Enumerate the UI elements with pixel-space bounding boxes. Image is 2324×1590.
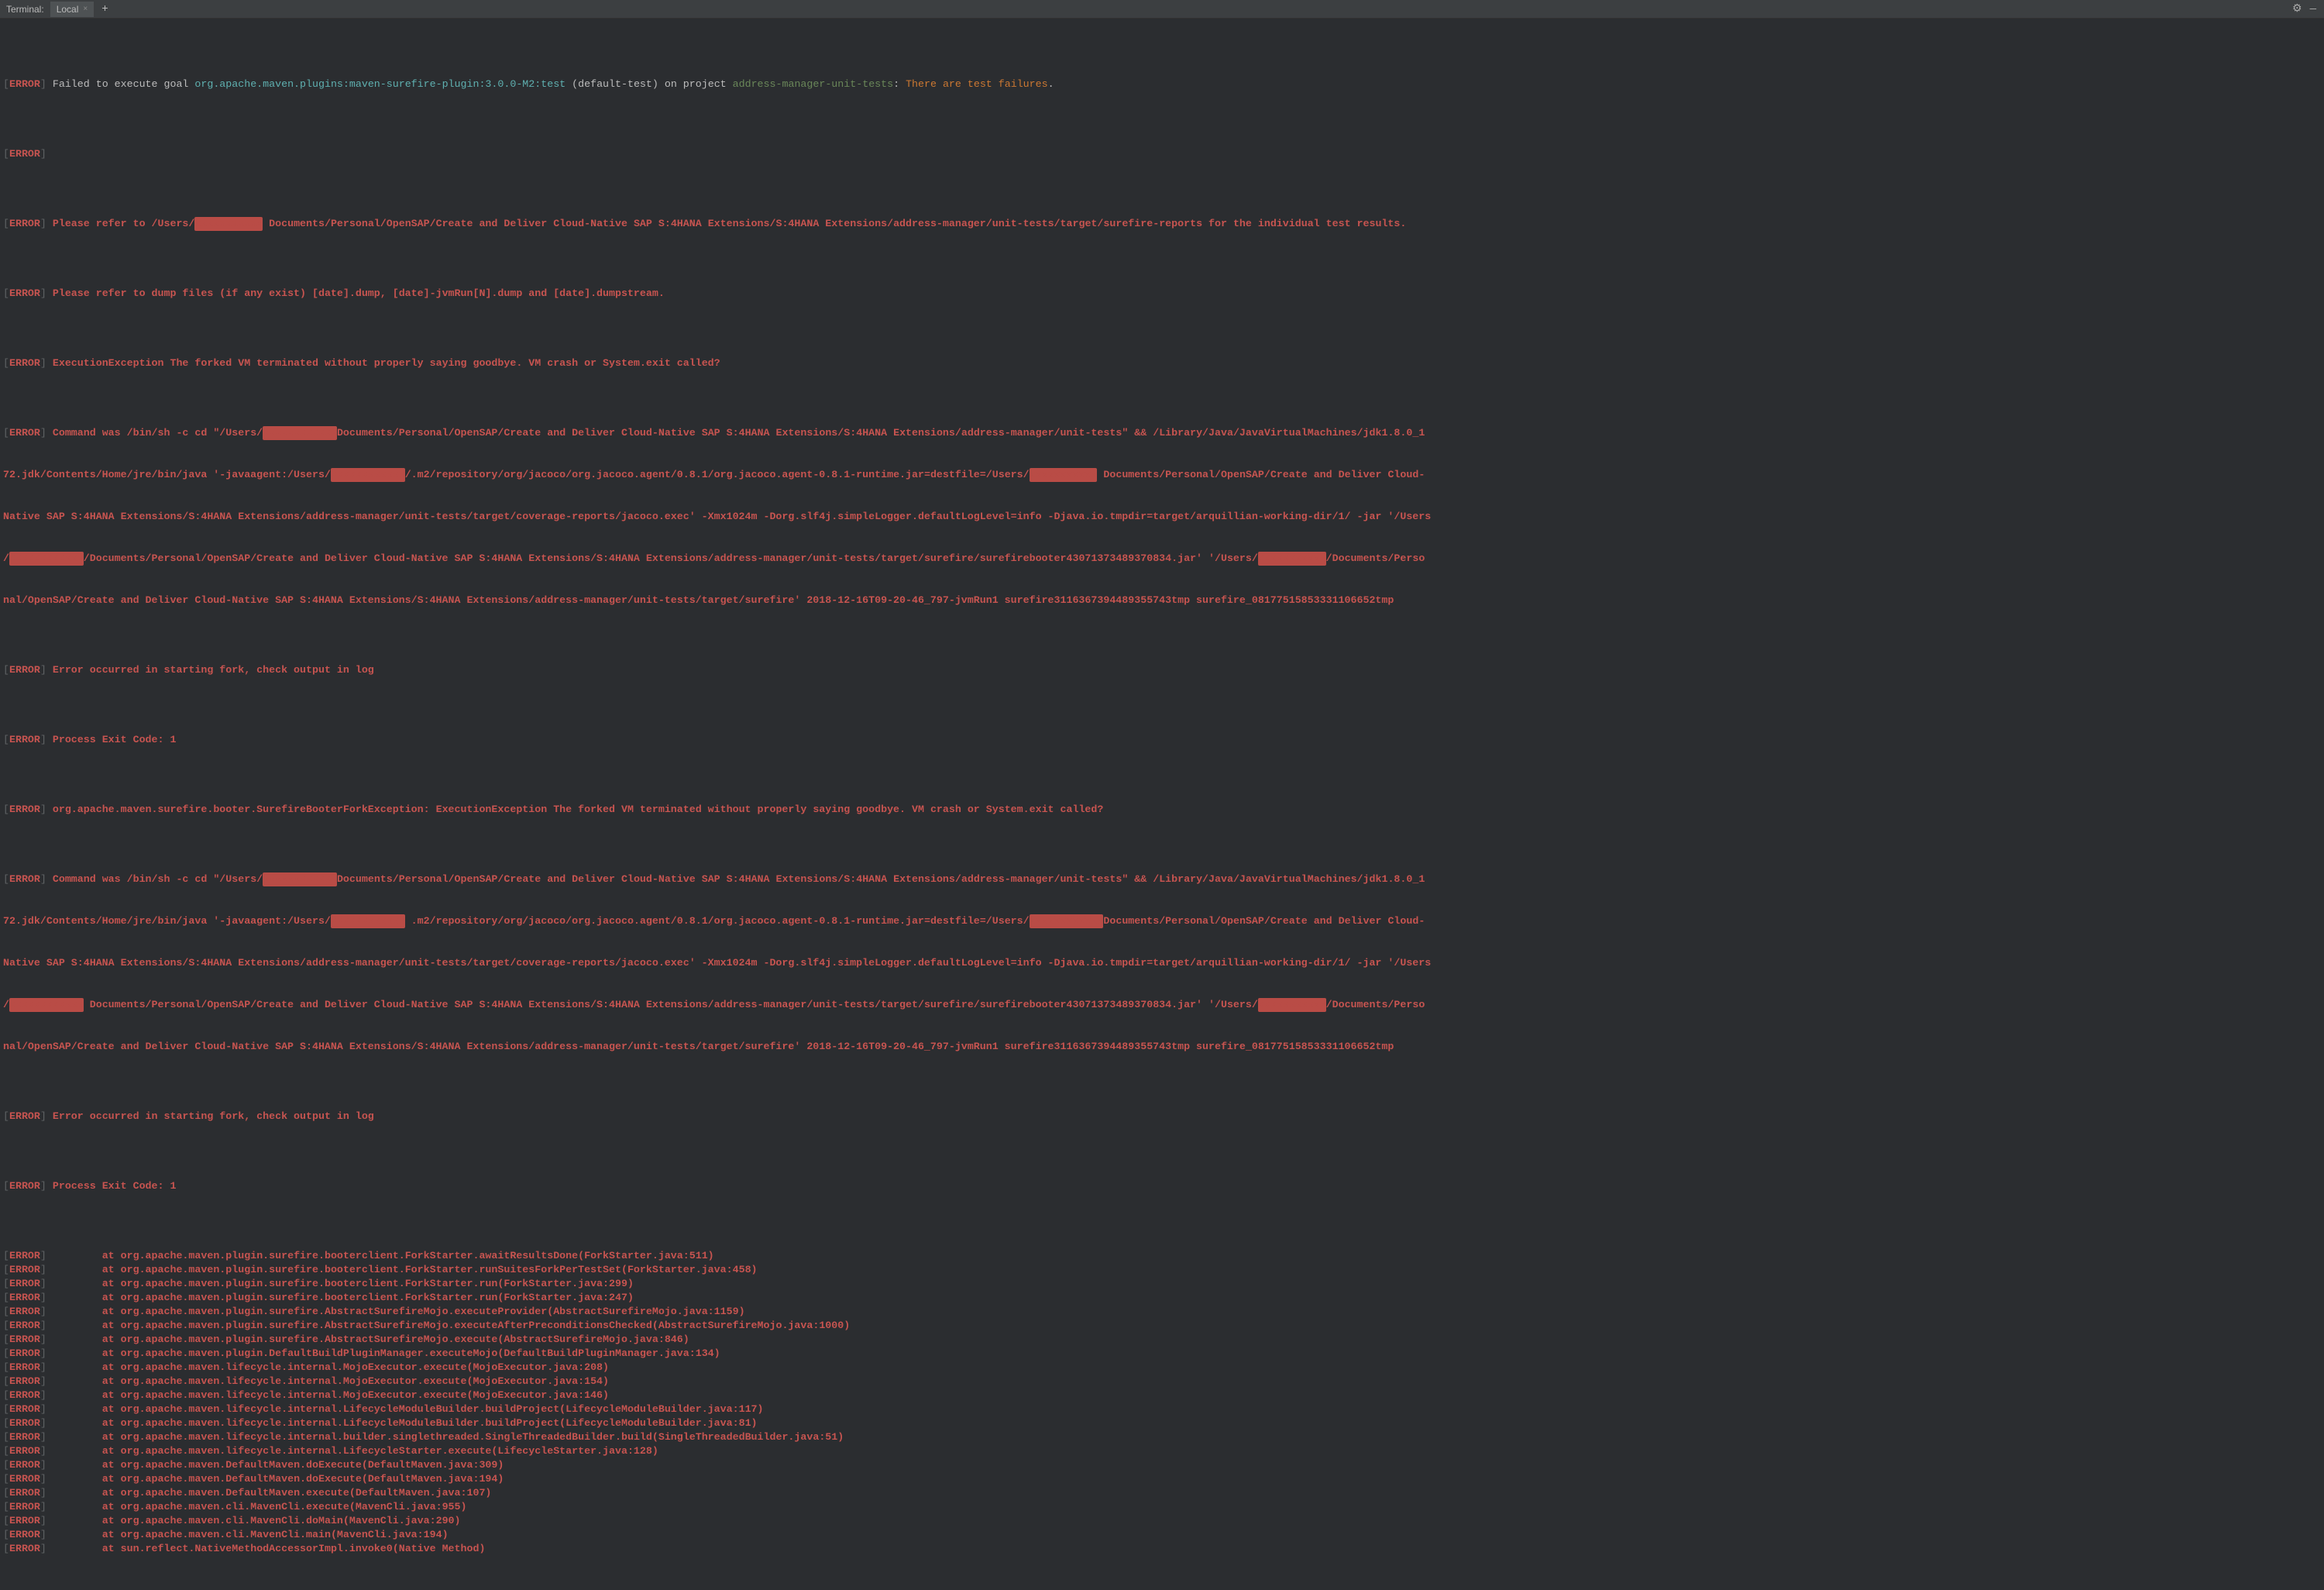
stack-trace: [ERROR] at org.apache.maven.plugin.suref… <box>3 1249 2321 1556</box>
redacted-text: xxxxxxxxxxxx <box>331 468 405 482</box>
log-line: [ERROR] at org.apache.maven.cli.MavenCli… <box>3 1500 2321 1514</box>
log-line: [ERROR] at org.apache.maven.plugin.Defau… <box>3 1347 2321 1361</box>
stack-frame: at org.apache.maven.plugin.surefire.Abst… <box>102 1320 851 1331</box>
stack-frame: at org.apache.maven.lifecycle.internal.b… <box>102 1431 844 1443</box>
terminal-title: Terminal: <box>3 4 50 15</box>
tabbar-right: ⚙ — <box>2292 2 2321 15</box>
log-line: [ERROR] at org.apache.maven.lifecycle.in… <box>3 1402 2321 1416</box>
log-line: [ERROR] at org.apache.maven.plugin.suref… <box>3 1277 2321 1291</box>
stack-frame: at org.apache.maven.plugin.surefire.boot… <box>102 1264 758 1275</box>
redacted-text: xxxxxxxxxxx <box>1030 468 1098 482</box>
log-line: [ERROR] Please refer to dump files (if a… <box>3 287 2321 301</box>
log-line: [ERROR] at org.apache.maven.plugin.suref… <box>3 1291 2321 1305</box>
stack-frame: at org.apache.maven.DefaultMaven.doExecu… <box>102 1459 504 1471</box>
log-line: [ERROR] at org.apache.maven.lifecycle.in… <box>3 1416 2321 1430</box>
log-line: [ERROR] at org.apache.maven.plugin.suref… <box>3 1305 2321 1319</box>
log-line: [ERROR] at org.apache.maven.lifecycle.in… <box>3 1430 2321 1444</box>
stack-frame: at org.apache.maven.plugin.surefire.boot… <box>102 1250 714 1261</box>
stack-frame: at org.apache.maven.plugin.surefire.Abst… <box>102 1334 689 1345</box>
log-line: [ERROR] at org.apache.maven.lifecycle.in… <box>3 1444 2321 1458</box>
stack-frame: at org.apache.maven.lifecycle.internal.M… <box>102 1375 609 1387</box>
log-line: /xxxxxxxxxxxx/Documents/Personal/OpenSAP… <box>3 552 2321 566</box>
log-line: [ERROR] at org.apache.maven.DefaultMaven… <box>3 1458 2321 1472</box>
log-line: [ERROR] <box>3 147 2321 161</box>
log-line: [ERROR] Command was /bin/sh -c cd "/User… <box>3 872 2321 886</box>
stack-frame: at sun.reflect.NativeMethodAccessorImpl.… <box>102 1543 486 1554</box>
stack-frame: at org.apache.maven.lifecycle.internal.M… <box>102 1389 609 1401</box>
log-line: [ERROR] Error occurred in starting fork,… <box>3 663 2321 677</box>
log-line: [ERROR] Process Exit Code: 1 <box>3 1179 2321 1193</box>
stack-frame: at org.apache.maven.cli.MavenCli.main(Ma… <box>102 1529 449 1540</box>
log-line: [ERROR] ExecutionException The forked VM… <box>3 356 2321 370</box>
minimize-icon[interactable]: — <box>2310 3 2316 15</box>
log-line: [ERROR] Error occurred in starting fork,… <box>3 1110 2321 1124</box>
log-line: [ERROR] at org.apache.maven.DefaultMaven… <box>3 1472 2321 1486</box>
log-line: [ERROR] at org.apache.maven.DefaultMaven… <box>3 1486 2321 1500</box>
log-line: [ERROR] Please refer to /Users/xxxxxxxxx… <box>3 217 2321 231</box>
redacted-text: xxxxxxxxxxxx <box>9 552 84 566</box>
log-line: [ERROR] at org.apache.maven.cli.MavenCli… <box>3 1528 2321 1542</box>
log-line: [ERROR] at sun.reflect.NativeMethodAcces… <box>3 1542 2321 1556</box>
redacted-text: xxxxxxxxxxxx <box>1030 914 1104 928</box>
stack-frame: at org.apache.maven.lifecycle.internal.M… <box>102 1361 609 1373</box>
log-line: [ERROR] Command was /bin/sh -c cd "/User… <box>3 426 2321 440</box>
stack-frame: at org.apache.maven.plugin.surefire.Abst… <box>102 1306 745 1317</box>
log-line: [ERROR] at org.apache.maven.lifecycle.in… <box>3 1375 2321 1389</box>
terminal-tabbar: Terminal: Local × + ⚙ — <box>0 0 2324 19</box>
log-line: [ERROR] org.apache.maven.surefire.booter… <box>3 803 2321 817</box>
stack-frame: at org.apache.maven.lifecycle.internal.L… <box>102 1445 658 1457</box>
log-line: [ERROR] at org.apache.maven.lifecycle.in… <box>3 1361 2321 1375</box>
redacted-text: xxxxxxxxxxxx <box>331 914 405 928</box>
terminal-output[interactable]: [ERROR] Failed to execute goal org.apach… <box>0 19 2324 1590</box>
log-line: /xxxxxxxxxxxx Documents/Personal/OpenSAP… <box>3 998 2321 1012</box>
stack-frame: at org.apache.maven.lifecycle.internal.L… <box>102 1403 764 1415</box>
log-line: [ERROR] at org.apache.maven.plugin.suref… <box>3 1319 2321 1333</box>
stack-frame: at org.apache.maven.cli.MavenCli.execute… <box>102 1501 467 1513</box>
log-line: 72.jdk/Contents/Home/jre/bin/java '-java… <box>3 914 2321 928</box>
log-line: 72.jdk/Contents/Home/jre/bin/java '-java… <box>3 468 2321 482</box>
redacted-text: xxxxxxxxxxxx <box>263 426 337 440</box>
redacted-text: xxxxxxxxxxxx <box>9 998 84 1012</box>
tab-local[interactable]: Local × <box>50 2 95 17</box>
stack-frame: at org.apache.maven.cli.MavenCli.doMain(… <box>102 1515 461 1526</box>
redacted-text: xxxxxxxxxxxx <box>263 872 337 886</box>
stack-frame: at org.apache.maven.plugin.surefire.boot… <box>102 1292 634 1303</box>
log-line: [ERROR] at org.apache.maven.plugin.suref… <box>3 1249 2321 1263</box>
log-line: nal/OpenSAP/Create and Deliver Cloud-Nat… <box>3 1040 2321 1054</box>
redacted-text: xxxxxxxxxxx <box>1258 552 1326 566</box>
log-line: [ERROR] at org.apache.maven.plugin.suref… <box>3 1333 2321 1347</box>
stack-frame: at org.apache.maven.DefaultMaven.execute… <box>102 1487 492 1499</box>
log-line: [ERROR] at org.apache.maven.cli.MavenCli… <box>3 1514 2321 1528</box>
log-line: nal/OpenSAP/Create and Deliver Cloud-Nat… <box>3 594 2321 607</box>
stack-frame: at org.apache.maven.plugin.surefire.boot… <box>102 1278 634 1289</box>
log-line: [ERROR] Failed to execute goal org.apach… <box>3 77 2321 91</box>
gear-icon[interactable]: ⚙ <box>2292 2 2302 15</box>
log-line: [ERROR] Process Exit Code: 1 <box>3 733 2321 747</box>
redacted-text: xxxxxxxxxxx <box>1258 998 1326 1012</box>
log-line: Native SAP S:4HANA Extensions/S:4HANA Ex… <box>3 956 2321 970</box>
tab-local-label: Local <box>57 4 79 15</box>
stack-frame: at org.apache.maven.plugin.DefaultBuildP… <box>102 1347 720 1359</box>
log-line: [ERROR] at org.apache.maven.plugin.suref… <box>3 1263 2321 1277</box>
add-tab-button[interactable]: + <box>95 3 114 15</box>
log-line: Native SAP S:4HANA Extensions/S:4HANA Ex… <box>3 510 2321 524</box>
stack-frame: at org.apache.maven.lifecycle.internal.L… <box>102 1417 758 1429</box>
stack-frame: at org.apache.maven.DefaultMaven.doExecu… <box>102 1473 504 1485</box>
close-icon[interactable]: × <box>83 5 88 13</box>
redacted-text: xxxxxxxxxxx <box>194 217 263 231</box>
log-line: [ERROR] at org.apache.maven.lifecycle.in… <box>3 1389 2321 1402</box>
